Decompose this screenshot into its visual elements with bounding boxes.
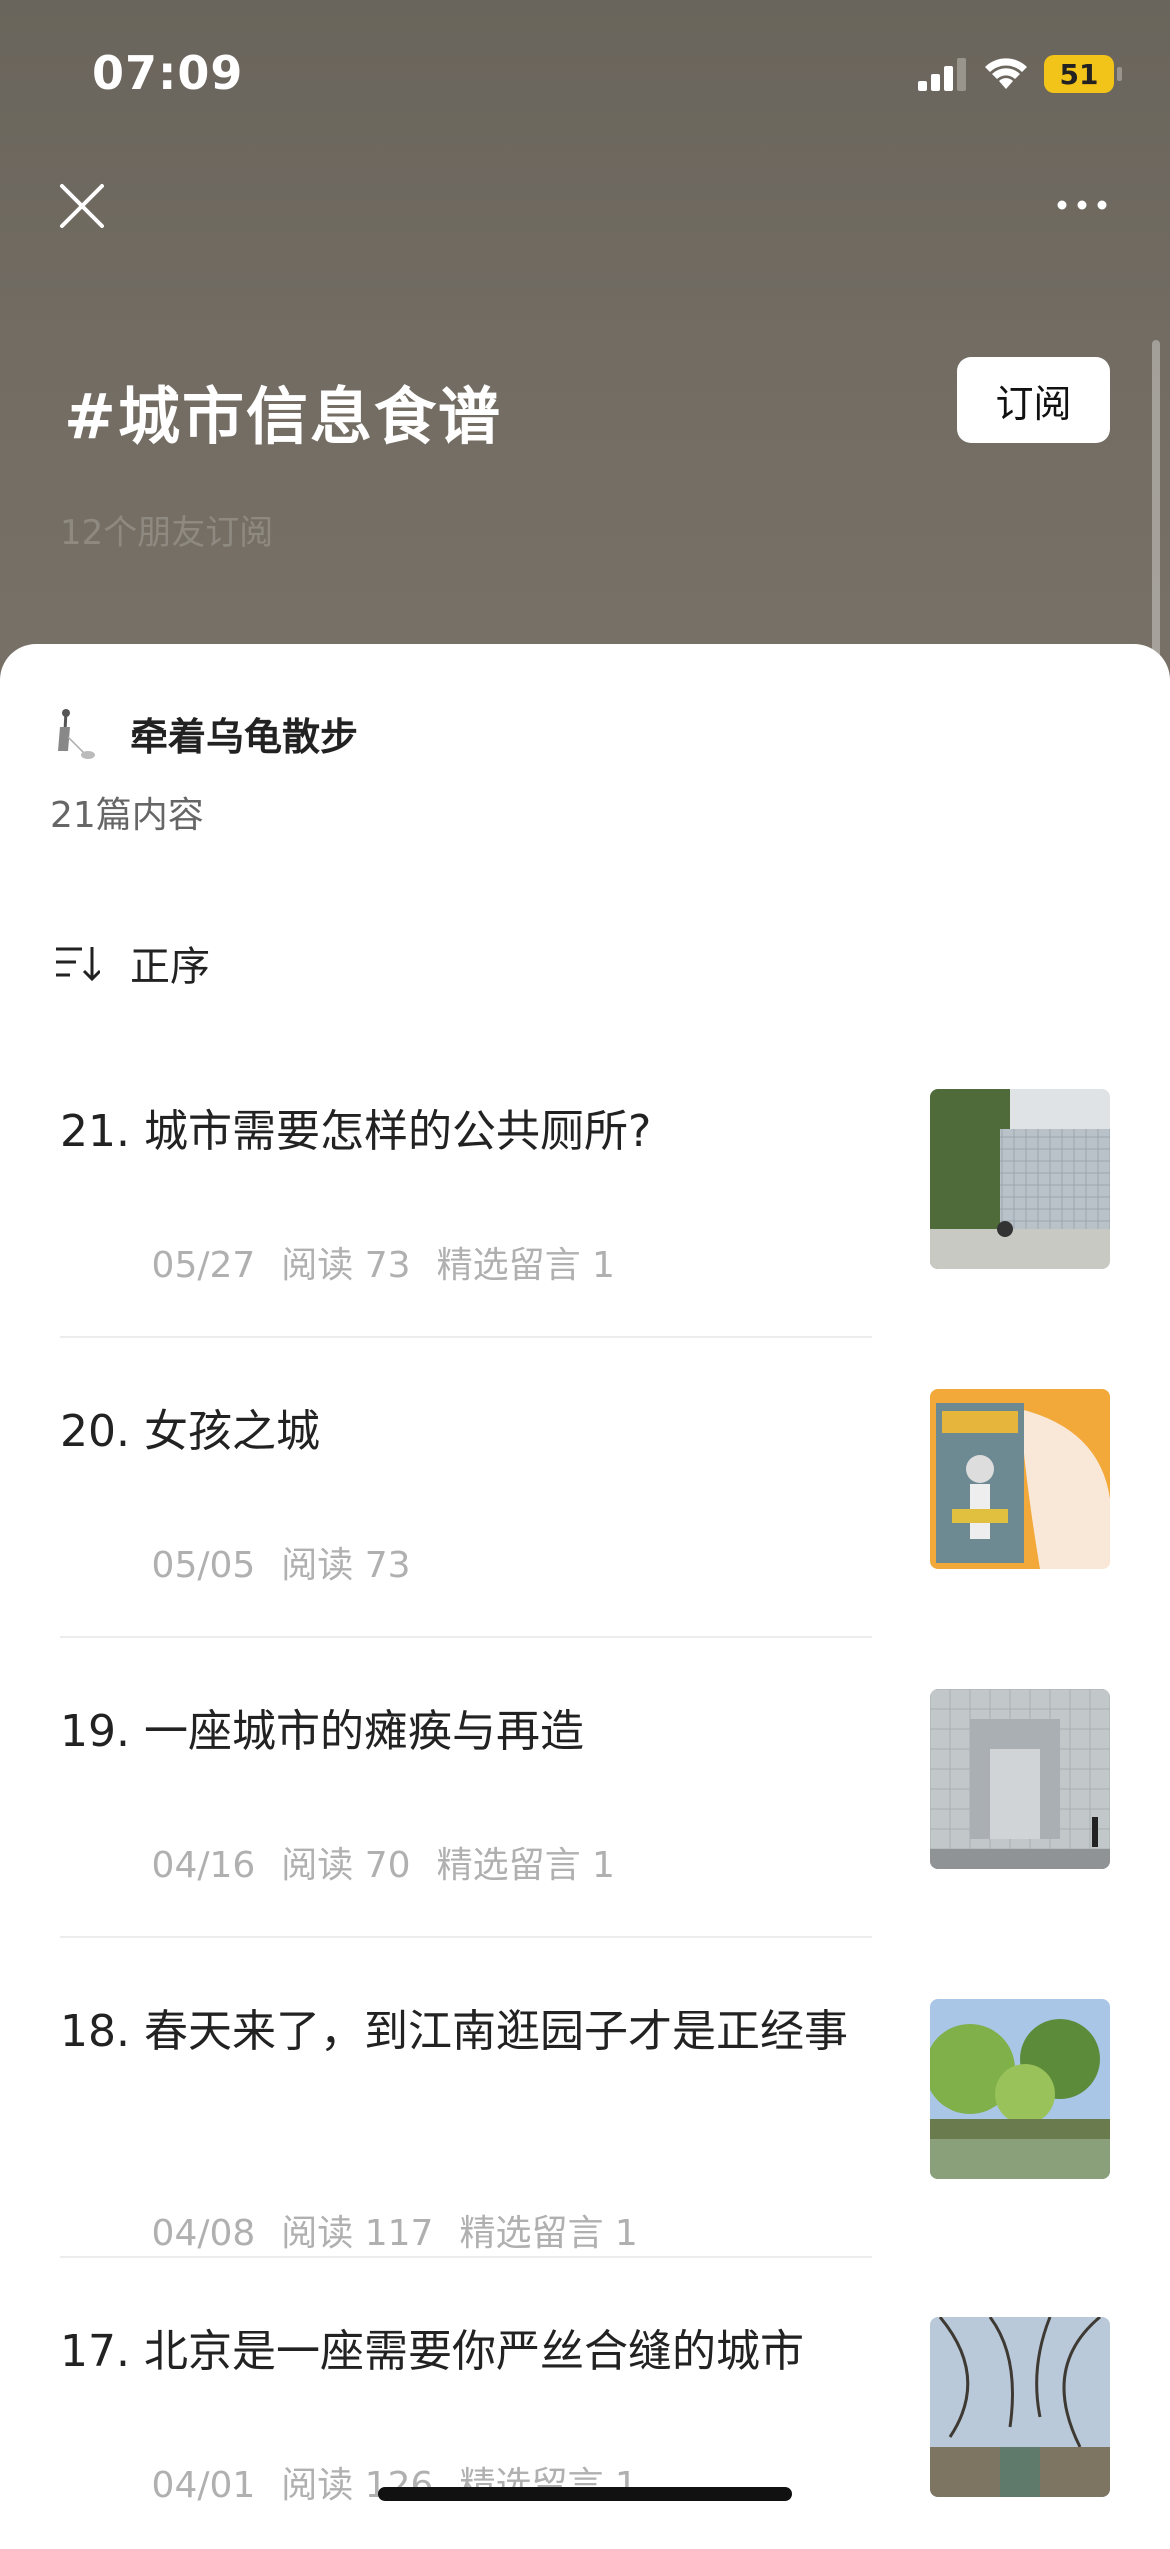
- wifi-icon: [985, 58, 1027, 89]
- article-reads: 阅读 70: [281, 1845, 411, 1886]
- article-comments: 精选留言 1: [436, 1245, 615, 1286]
- article-date: 04/08: [151, 2213, 256, 2254]
- divider: [60, 1636, 872, 1638]
- home-indicator[interactable]: [378, 2487, 792, 2501]
- author-row[interactable]: 牵着乌龟散步: [50, 706, 358, 761]
- article-thumbnail: [930, 1999, 1110, 2179]
- article-date: 04/01: [151, 2465, 256, 2506]
- article-reads: 阅读 117: [281, 2213, 434, 2254]
- article-title: 18. 春天来了，到江南逛园子才是正经事: [60, 2006, 848, 2057]
- article-meta: 05/27 阅读 73 精选留言 1: [60, 1195, 641, 1329]
- battery-icon: 51: [1044, 55, 1122, 93]
- article-date: 05/27: [151, 1245, 256, 1286]
- article-title: 19. 一座城市的瘫痪与再造: [60, 1706, 584, 1757]
- author-name: 牵着乌龟散步: [130, 715, 359, 759]
- battery-level: 51: [1059, 57, 1099, 91]
- article-meta: 04/08 阅读 117 精选留言 1: [60, 2163, 664, 2297]
- article-meta: 05/05 阅读 73: [60, 1495, 437, 1629]
- sort-order-icon: [56, 947, 100, 982]
- article-date: 04/16: [151, 1845, 256, 1886]
- divider: [60, 2256, 872, 2258]
- article-thumbnail: [930, 1089, 1110, 1269]
- topic-header: 07:09 51 #城市信息食谱 订阅 12个朋友订阅: [0, 0, 1170, 960]
- article-thumbnail: [930, 1689, 1110, 1869]
- article-count: 21篇内容: [50, 795, 204, 836]
- topic-title: #城市信息食谱: [64, 380, 502, 453]
- article-comments: 精选留言 1: [436, 1845, 615, 1886]
- article-reads: 阅读 73: [281, 1545, 411, 1586]
- article-title: 17. 北京是一座需要你严丝合缝的城市: [60, 2326, 804, 2377]
- signal-icon: [918, 58, 966, 91]
- more-options-icon[interactable]: [1052, 190, 1112, 220]
- sort-toggle[interactable]: 正序: [54, 934, 210, 992]
- avatar: [58, 708, 95, 759]
- article-thumbnail: [930, 1389, 1110, 1569]
- close-icon[interactable]: [56, 180, 108, 232]
- article-date: 05/05: [151, 1545, 256, 1586]
- article-comments: 精选留言 1: [459, 2213, 638, 2254]
- article-thumbnail: [930, 2317, 1110, 2497]
- divider: [60, 1336, 872, 1338]
- article-meta: 04/01 阅读 126 精选留言 1: [60, 2415, 664, 2549]
- article-title: 20. 女孩之城: [60, 1406, 320, 1457]
- article-reads: 阅读 73: [281, 1245, 411, 1286]
- article-sheet: 牵着乌龟散步 21篇内容 正序 21. 城市需要怎样的公共厕所? 05/27 阅读…: [0, 644, 1170, 2532]
- status-icons: 51: [918, 50, 1122, 98]
- status-time: 07:09: [92, 46, 244, 100]
- article-title: 21. 城市需要怎样的公共厕所?: [60, 1106, 652, 1157]
- subscribe-button[interactable]: 订阅: [957, 357, 1110, 443]
- article-meta: 04/16 阅读 70 精选留言 1: [60, 1795, 641, 1929]
- divider: [60, 1936, 872, 1938]
- subscriber-count: 12个朋友订阅: [60, 513, 274, 553]
- sort-label: 正序: [130, 944, 210, 990]
